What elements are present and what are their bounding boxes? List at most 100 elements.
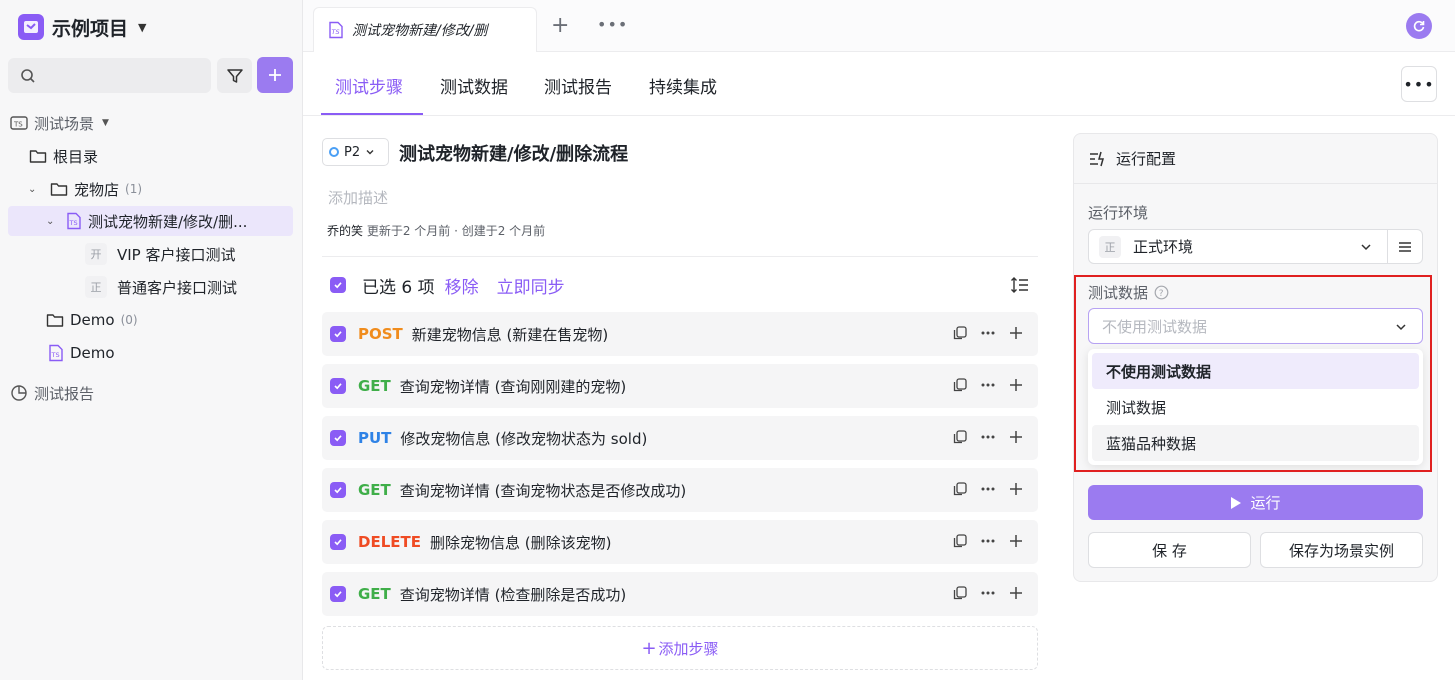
dropdown-option[interactable]: 蓝猫品种数据 [1092,425,1419,461]
step-row[interactable]: POST 新建宠物信息 (新建在售宠物) [322,312,1038,356]
step-actions [952,585,1024,601]
step-checkbox[interactable] [330,586,346,602]
plus-icon[interactable] [1008,481,1024,497]
svg-text:TS: TS [13,121,23,129]
search-input[interactable] [44,68,204,83]
env-select[interactable]: 正 正式环境 [1088,229,1388,264]
tree-section-scenarios[interactable]: TS 测试场景 ▼ [8,108,293,138]
description-input[interactable]: 添加描述 [328,187,388,208]
test-data-select[interactable]: 不使用测试数据 [1088,308,1423,344]
plus-icon[interactable] [1008,533,1024,549]
dropdown-option[interactable]: 测试数据 [1092,389,1419,425]
tree-section-reports[interactable]: 测试报告 [8,378,293,408]
step-row[interactable]: GET 查询宠物详情 (查询刚刚建的宠物) [322,364,1038,408]
scenario-folder-icon: TS [10,116,28,130]
more-tabs-icon[interactable]: ••• [597,15,628,34]
scenario-file-icon: TS [329,21,343,39]
step-row[interactable]: DELETE 删除宠物信息 (删除该宠物) [322,520,1038,564]
sync-now-link[interactable]: 立即同步 [497,273,565,298]
step-actions [952,481,1024,497]
author-name: 乔的笑 [327,224,364,238]
add-step-button[interactable]: + 添加步骤 [322,626,1038,670]
more-icon[interactable] [980,481,996,497]
step-name: 查询宠物详情 (查询刚刚建的宠物) [399,377,627,396]
test-data-dropdown: 不使用测试数据 测试数据 蓝猫品种数据 [1088,349,1423,465]
more-icon[interactable] [980,585,996,601]
add-step-label: 添加步骤 [658,639,719,658]
more-icon[interactable] [980,377,996,393]
project-logo-icon [18,14,44,40]
tree-item-demo-scenario[interactable]: TS Demo [8,338,293,368]
copy-icon[interactable] [952,585,968,601]
doc-tab-active[interactable]: TS 测试宠物新建/修改/删 [313,7,537,52]
sync-status-icon[interactable] [1406,13,1432,39]
run-button[interactable]: 运行 [1088,485,1423,520]
tree-item-current-scenario[interactable]: ⌄ TS 测试宠物新建/修改/删... [8,206,293,236]
plus-icon[interactable] [1008,325,1024,341]
dropdown-option[interactable]: 不使用测试数据 [1092,353,1419,389]
step-row[interactable]: PUT 修改宠物信息 (修改宠物状态为 sold) [322,416,1038,460]
test-data-placeholder: 不使用测试数据 [1102,317,1208,336]
tree-item-demo-folder[interactable]: Demo (0) [8,305,293,335]
filter-button[interactable] [217,58,252,93]
scenario-file-icon: TS [67,212,81,230]
step-checkbox[interactable] [330,482,346,498]
chevron-down-icon: ⌄ [46,215,55,227]
env-manage-button[interactable] [1387,229,1423,264]
svg-text:TS: TS [69,219,78,227]
tree-item-env-vip[interactable]: 开 VIP 客户接口测试 [8,239,293,269]
tab-test-data[interactable]: 测试数据 [440,73,508,98]
step-checkbox[interactable] [330,326,346,342]
select-all-checkbox[interactable] [330,277,346,293]
project-name: 示例项目 [52,17,129,40]
plus-icon[interactable] [1008,429,1024,445]
tab-test-reports[interactable]: 测试报告 [544,73,612,98]
copy-icon[interactable] [952,481,968,497]
tab-test-steps[interactable]: 测试步骤 [335,73,403,98]
more-menu-button[interactable]: ••• [1401,66,1437,102]
tree-item-label: 普通客户接口测试 [117,278,238,297]
step-checkbox[interactable] [330,430,346,446]
copy-icon[interactable] [952,377,968,393]
step-method: GET [358,377,391,395]
more-icon[interactable] [980,325,996,341]
project-switcher[interactable]: 示例项目 ▼ [18,12,146,42]
tree-item-label: 测试宠物新建/修改/删... [88,212,248,231]
save-button[interactable]: 保 存 [1088,532,1251,568]
new-tab-plus-icon[interactable]: + [551,15,569,37]
help-icon[interactable]: ? [1154,285,1169,300]
remove-link[interactable]: 移除 [445,273,479,298]
tree-item-label: Demo [70,344,115,362]
more-icon[interactable] [980,533,996,549]
add-button[interactable] [257,57,293,93]
chevron-down-icon [1396,324,1406,331]
tab-ci[interactable]: 持续集成 [649,73,717,98]
tree-section-label: 测试场景 [34,114,95,133]
filter-icon [226,68,243,83]
run-config-title: 运行配置 [1116,150,1177,168]
ellipsis-icon: ••• [1403,74,1435,94]
tree-item-petstore[interactable]: ⌄ 宠物店 (1) [8,174,293,204]
copy-icon[interactable] [952,533,968,549]
chevron-down-icon: ⌄ [28,183,37,195]
priority-select[interactable]: P2 [322,138,389,166]
copy-icon[interactable] [952,429,968,445]
plus-icon[interactable] [1008,585,1024,601]
step-row[interactable]: GET 查询宠物详情 (查询宠物状态是否修改成功) [322,468,1038,512]
more-icon[interactable] [980,429,996,445]
plus-icon [269,69,281,81]
tree-item-root[interactable]: 根目录 [8,141,293,171]
sort-icon[interactable] [1010,275,1030,295]
step-checkbox[interactable] [330,378,346,394]
copy-icon[interactable] [952,325,968,341]
tree-item-env-normal[interactable]: 正 普通客户接口测试 [8,272,293,302]
step-name: 修改宠物信息 (修改宠物状态为 sold) [400,429,648,448]
step-checkbox[interactable] [330,534,346,550]
chevron-down-icon [1361,244,1371,251]
env-value: 正式环境 [1133,238,1194,256]
step-row[interactable]: GET 查询宠物详情 (检查删除是否成功) [322,572,1038,616]
save-as-instance-button[interactable]: 保存为场景实例 [1260,532,1423,568]
plus-icon[interactable] [1008,377,1024,393]
scenario-title[interactable]: 测试宠物新建/修改/删除流程 [399,140,628,166]
search-box[interactable] [8,58,211,93]
